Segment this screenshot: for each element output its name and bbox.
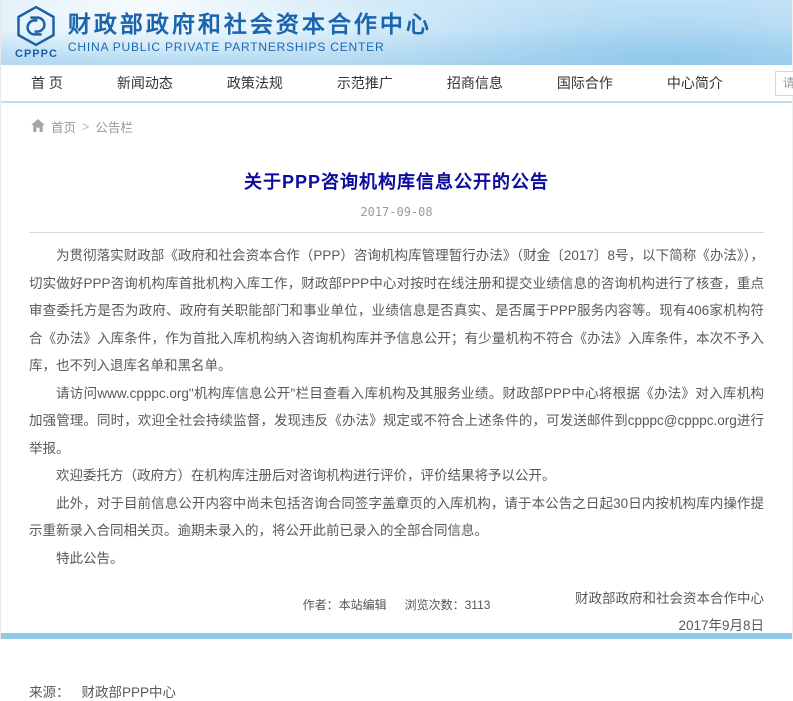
author-value: 本站编辑 bbox=[339, 598, 387, 612]
site-title-english: CHINA PUBLIC PRIVATE PARTNERSHIPS CENTER bbox=[68, 40, 432, 54]
article-paragraph: 此外，对于目前信息公开内容中尚未包括咨询合同签字盖章页的入库机构，请于本公告之日… bbox=[29, 490, 764, 545]
nav-item-about[interactable]: 中心简介 bbox=[667, 73, 723, 93]
views-count: 3113 bbox=[465, 598, 491, 612]
nav-item-home[interactable]: 首 页 bbox=[31, 73, 63, 93]
article-paragraph: 请访问www.cpppc.org"机构库信息公开"栏目查看入库机构及其服务业绩。… bbox=[29, 380, 764, 463]
nav-item-investment[interactable]: 招商信息 bbox=[447, 73, 503, 93]
search-input[interactable] bbox=[775, 71, 793, 96]
views-label: 浏览次数： bbox=[405, 598, 465, 612]
article-paragraph: 为贯彻落实财政部《政府和社会资本合作（PPP）咨询机构库管理暂行办法》（财金〔2… bbox=[29, 242, 764, 380]
breadcrumb-current: 公告栏 bbox=[95, 117, 133, 136]
source-label: 来源： bbox=[29, 685, 70, 700]
title-divider bbox=[29, 232, 764, 233]
breadcrumb-separator: > bbox=[82, 120, 89, 134]
article-body: 为贯彻落实财政部《政府和社会资本合作（PPP）咨询机构库管理暂行办法》（财金〔2… bbox=[29, 242, 764, 572]
nav-item-international[interactable]: 国际合作 bbox=[557, 73, 613, 93]
article: 关于PPP咨询机构库信息公开的公告 2017-09-08 为贯彻落实财政部《政府… bbox=[1, 168, 792, 701]
cpppc-hexagon-logo-icon bbox=[15, 5, 57, 47]
home-icon bbox=[31, 119, 45, 135]
article-paragraph: 欢迎委托方（政府方）在机构库注册后对咨询机构进行评价，评价结果将予以公开。 bbox=[29, 462, 764, 490]
article-title: 关于PPP咨询机构库信息公开的公告 bbox=[29, 168, 764, 194]
nav-item-news[interactable]: 新闻动态 bbox=[117, 73, 173, 93]
author-label: 作者： bbox=[303, 598, 339, 612]
nav-item-demonstration[interactable]: 示范推广 bbox=[337, 73, 393, 93]
footer-bottom-bar bbox=[1, 633, 792, 639]
site-logo[interactable]: CPPPC bbox=[15, 5, 58, 60]
nav-item-policy[interactable]: 政策法规 bbox=[227, 73, 283, 93]
source-value: 财政部PPP中心 bbox=[82, 685, 177, 700]
article-paragraph: 特此公告。 bbox=[29, 545, 764, 573]
article-date: 2017-09-08 bbox=[29, 205, 764, 219]
source-line: 来源： 财政部PPP中心 bbox=[29, 681, 764, 701]
breadcrumb-home[interactable]: 首页 bbox=[51, 117, 76, 136]
site-header: CPPPC 财政部政府和社会资本合作中心 CHINA PUBLIC PRIVAT… bbox=[1, 0, 792, 65]
breadcrumb: 首页 > 公告栏 bbox=[1, 103, 792, 146]
site-title-chinese: 财政部政府和社会资本合作中心 bbox=[68, 11, 432, 37]
main-navigation: 首 页 新闻动态 政策法规 示范推广 招商信息 国际合作 中心简介 中文|EN bbox=[1, 65, 792, 103]
logo-acronym: CPPPC bbox=[15, 48, 58, 60]
article-meta-line: 作者：本站编辑 浏览次数：3113 bbox=[1, 596, 792, 613]
